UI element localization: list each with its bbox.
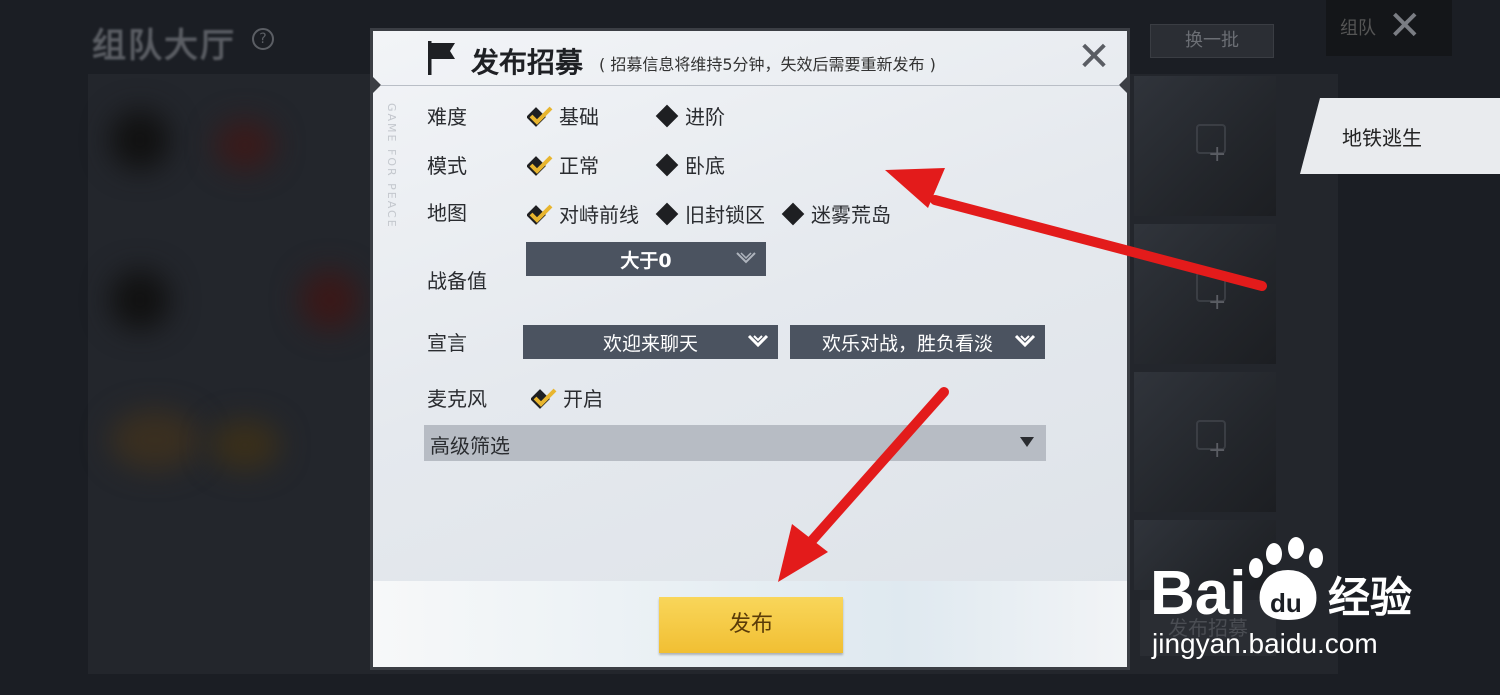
dropdown-value: 欢乐对战，胜负看淡 (821, 332, 993, 355)
option-label: 迷雾荒岛 (811, 203, 891, 227)
mode-label: 模式 (427, 154, 467, 178)
map-option-fog-island[interactable]: 迷雾荒岛 (779, 199, 891, 228)
difficulty-label: 难度 (427, 105, 467, 129)
blurred-avatar (110, 270, 170, 330)
team-label: 组队 (1340, 18, 1376, 39)
map-option-old-lockdown[interactable]: 旧封锁区 (653, 199, 765, 228)
paw-text: du (1270, 588, 1302, 618)
unchecked-icon (781, 202, 805, 225)
mode-option-undercover[interactable]: 卧底 (653, 150, 725, 179)
caret-down-icon (1020, 437, 1034, 447)
publish-recruit-dialog: GAME FOR PEACE 发布招募 ( 招募信息将维持5分钟，失效后需要重新… (370, 28, 1130, 670)
microphone-label: 麦克风 (427, 387, 487, 411)
blurred-avatar (215, 120, 275, 170)
map-card[interactable]: + (1134, 76, 1276, 216)
advanced-filter-label: 高级筛选 (430, 434, 510, 458)
option-label: 对峙前线 (559, 203, 639, 227)
blurred-avatar (110, 110, 170, 170)
battle-value-label: 战备值 (427, 269, 487, 293)
declaration-dropdown-1[interactable]: 欢迎来聊天 (523, 325, 778, 359)
blurred-avatar (110, 410, 200, 470)
publish-button[interactable]: 发布 (659, 597, 843, 653)
checked-icon (527, 155, 553, 176)
blurred-avatar (300, 270, 360, 330)
checked-icon (527, 106, 553, 127)
mode-option-normal[interactable]: 正常 (527, 150, 599, 179)
dropdown-value: 欢迎来聊天 (602, 332, 698, 355)
flag-icon (428, 41, 455, 75)
brand-cn-text: 经验 (1328, 573, 1412, 622)
blurred-avatar (210, 420, 280, 470)
plus-icon: + (1208, 142, 1227, 167)
baidu-logo: Bai du 经验 (1150, 537, 1412, 628)
unchecked-icon (655, 202, 679, 225)
option-label: 旧封锁区 (685, 203, 765, 227)
map-card[interactable]: + (1134, 372, 1276, 512)
close-icon[interactable]: ✕ (1073, 37, 1115, 79)
brand-text: Bai (1150, 559, 1246, 628)
option-label: 基础 (559, 105, 599, 129)
microphone-option-on[interactable]: 开启 (531, 383, 603, 412)
dialog-subtitle: ( 招募信息将维持5分钟，失效后需要重新发布 ) (599, 55, 936, 74)
header-divider (381, 85, 1119, 86)
plus-icon: + (1208, 290, 1227, 315)
dropdown-value: 大于0 (620, 249, 672, 272)
checked-icon (527, 204, 553, 225)
unchecked-icon (655, 104, 679, 127)
map-card[interactable]: + (1134, 224, 1276, 364)
option-label: 正常 (559, 154, 599, 178)
refresh-button[interactable]: 换一批 (1150, 24, 1274, 58)
chevron-down-icon (1014, 334, 1036, 348)
advanced-filter-bar[interactable]: 高级筛选 (424, 425, 1046, 461)
declaration-dropdown-2[interactable]: 欢乐对战，胜负看淡 (790, 325, 1045, 359)
option-label: 进阶 (685, 105, 725, 129)
side-watermark-text: GAME FOR PEACE (385, 103, 398, 229)
checked-icon (531, 388, 557, 409)
frame-corner (1119, 77, 1127, 93)
chevron-down-icon (747, 334, 769, 348)
lobby-title: 组队大厅 (92, 26, 236, 66)
map-label: 地图 (427, 201, 467, 225)
plus-icon: + (1208, 438, 1227, 463)
difficulty-option-advanced[interactable]: 进阶 (653, 101, 725, 130)
tab-metro-escape-label: 地铁逃生 (1342, 126, 1422, 150)
question-icon[interactable]: ? (252, 28, 274, 50)
unchecked-icon (655, 153, 679, 176)
frame-corner (373, 77, 381, 93)
map-option-frontline[interactable]: 对峙前线 (527, 199, 639, 228)
chevron-down-icon (736, 252, 756, 264)
option-label: 卧底 (685, 154, 725, 178)
difficulty-option-basic[interactable]: 基础 (527, 101, 599, 130)
declaration-label: 宣言 (427, 331, 467, 355)
close-icon[interactable]: ✕ (1388, 4, 1422, 48)
option-label: 开启 (563, 387, 603, 411)
battle-value-dropdown[interactable]: 大于0 (526, 242, 766, 276)
dialog-title: 发布招募 (471, 46, 584, 79)
watermark-url: jingyan.baidu.com (1152, 628, 1378, 659)
